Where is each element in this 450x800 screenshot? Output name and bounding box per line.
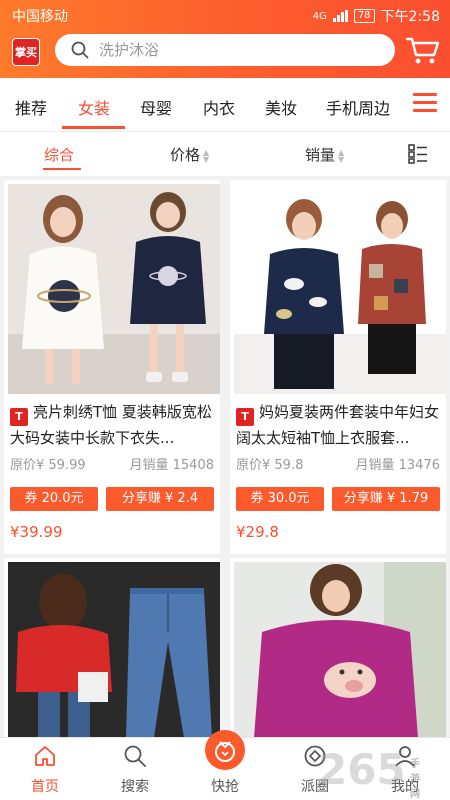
search-icon (71, 41, 89, 59)
tab-underwear[interactable]: 内衣 (203, 95, 235, 119)
sort-arrows-icon: ▲ ▼ (338, 147, 345, 164)
cart-icon[interactable] (405, 34, 441, 66)
search-input[interactable] (99, 41, 359, 59)
sort-bar: 综合 价格 ▲ ▼ 销量 ▲ ▼ (0, 132, 450, 176)
tmall-icon: T (236, 408, 254, 426)
status-bar: 中国移动 4G 78 下午2:58 (0, 0, 450, 30)
category-menu-icon[interactable] (413, 93, 437, 117)
sort-price-label: 价格 (170, 146, 201, 164)
share-earn-button[interactable]: 分享赚 ¥ 1.79 (332, 487, 440, 511)
final-price: ¥29.8 (236, 523, 279, 541)
status-icons: 4G 78 下午2:58 (313, 6, 440, 26)
app-logo[interactable]: 掌买 (12, 38, 40, 66)
original-price: 原价¥ 59.99 (10, 458, 86, 473)
site-watermark: 265 手游网 (318, 745, 420, 800)
product-title-text: 亮片刺绣T恤 夏装韩版宽松大码女装中长款下衣失... (10, 403, 212, 447)
tab-beauty[interactable]: 美妆 (265, 95, 297, 119)
product-title-text: 妈妈夏装两件套装中年妇女阔太太短袖T恤上衣服套... (236, 403, 440, 447)
battery-icon: 78 (353, 9, 375, 23)
home-icon (35, 746, 55, 766)
sort-price[interactable]: 价格 ▲ ▼ (170, 144, 209, 165)
category-tabs: 推荐 女装 母婴 内衣 美妆 手机周边 (0, 78, 450, 132)
product-card[interactable] (230, 558, 446, 738)
clock: 下午2:58 (380, 9, 440, 25)
flash-sale-icon (205, 730, 245, 770)
product-image[interactable] (234, 562, 446, 738)
tab-maternity[interactable]: 母婴 (140, 95, 172, 119)
network-type: 4G (312, 10, 327, 22)
nav-search[interactable]: 搜索 (90, 738, 180, 800)
product-image[interactable] (8, 184, 220, 394)
app-header: 中国移动 4G 78 下午2:58 掌买 (0, 0, 450, 78)
nav-home-label: 首页 (31, 779, 59, 795)
sort-sales-label: 销量 (305, 146, 336, 164)
nav-flash-sale[interactable]: 快抢 (180, 730, 270, 800)
product-title[interactable]: T 妈妈夏装两件套装中年妇女阔太太短袖T恤上衣服套... (236, 400, 440, 448)
product-card[interactable]: T 亮片刺绣T恤 夏装韩版宽松大码女装中长款下衣失... 原价¥ 59.99 月销… (4, 180, 220, 554)
nav-flash-sale-label: 快抢 (211, 779, 239, 795)
watermark-subtitle: 手游网 (410, 759, 420, 800)
tab-recommend[interactable]: 推荐 (15, 95, 47, 119)
nav-home[interactable]: 首页 (0, 738, 90, 800)
final-price: ¥39.99 (10, 523, 63, 541)
active-tab-indicator (62, 126, 125, 129)
monthly-sales: 月销量 13476 (355, 458, 441, 473)
coupon-button[interactable]: 券 20.0元 (10, 487, 98, 511)
signal-icon (332, 10, 348, 22)
tab-phone-accessories[interactable]: 手机周边 (326, 95, 390, 119)
monthly-sales: 月销量 15408 (129, 458, 215, 473)
search-bar[interactable] (55, 34, 395, 66)
watermark-logo: 265 (318, 745, 406, 794)
product-image[interactable] (8, 562, 220, 738)
product-card[interactable]: T 妈妈夏装两件套装中年妇女阔太太短袖T恤上衣服套... 原价¥ 59.8 月销量… (230, 180, 446, 554)
sort-sales[interactable]: 销量 ▲ ▼ (305, 144, 344, 165)
product-image[interactable] (234, 184, 446, 394)
sort-overall[interactable]: 综合 (44, 144, 74, 165)
sort-indicator (43, 168, 81, 170)
tmall-icon: T (10, 408, 28, 426)
list-view-icon[interactable] (408, 144, 428, 164)
product-title[interactable]: T 亮片刺绣T恤 夏装韩版宽松大码女装中长款下衣失... (10, 400, 214, 448)
search-icon (124, 745, 146, 767)
share-earn-button[interactable]: 分享赚 ¥ 2.4 (106, 487, 214, 511)
original-price: 原价¥ 59.8 (236, 458, 304, 473)
product-card[interactable] (4, 558, 220, 738)
nav-search-label: 搜索 (121, 779, 149, 795)
coupon-button[interactable]: 券 30.0元 (236, 487, 324, 511)
tab-womens-wear[interactable]: 女装 (78, 95, 110, 119)
sort-arrows-icon: ▲ ▼ (203, 147, 210, 164)
carrier-name: 中国移动 (12, 9, 68, 25)
